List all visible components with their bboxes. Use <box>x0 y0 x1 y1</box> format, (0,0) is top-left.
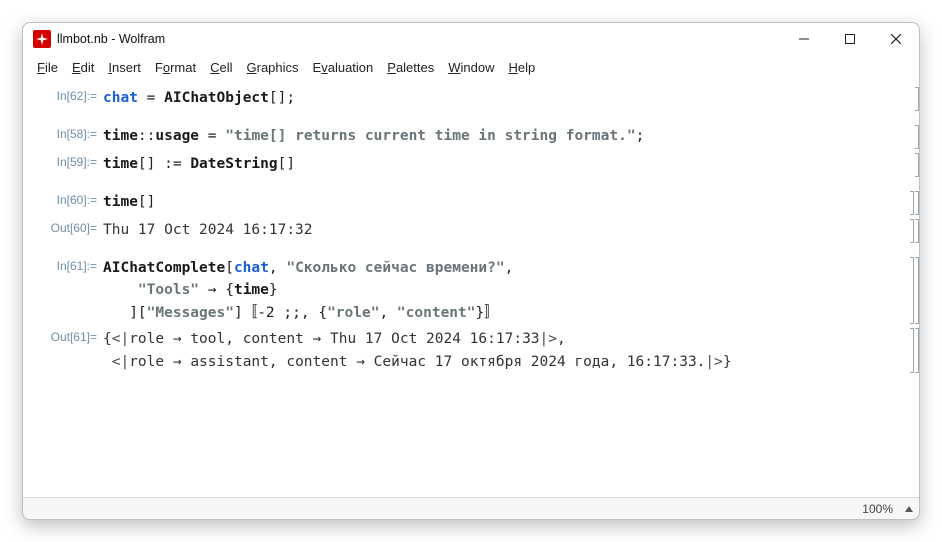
menu-graphics[interactable]: Graphics <box>241 58 305 77</box>
zoom-level[interactable]: 100% <box>862 502 893 516</box>
notebook-content[interactable]: In[62]:=chat = AIChatObject[];In[58]:=ti… <box>23 79 919 479</box>
cell-label: In[61]:= <box>33 257 103 273</box>
menu-window[interactable]: Window <box>442 58 500 77</box>
menubar: File Edit Insert Format Cell Graphics Ev… <box>23 55 919 79</box>
menu-evaluation[interactable]: Evaluation <box>307 58 380 77</box>
cell-code[interactable]: time[] := DateString[] <box>103 153 905 175</box>
cell-bracket[interactable] <box>907 191 919 215</box>
menu-cell[interactable]: Cell <box>204 58 238 77</box>
notebook-viewport: In[62]:=chat = AIChatObject[];In[58]:=ti… <box>23 79 919 497</box>
cell-bracket[interactable] <box>907 219 919 243</box>
maximize-icon <box>845 34 855 44</box>
menu-file[interactable]: File <box>31 58 64 77</box>
cell-label: In[58]:= <box>33 125 103 141</box>
cell-label: In[59]:= <box>33 153 103 169</box>
output-cell[interactable]: Out[61]={<|role → tool, content → Thu 17… <box>33 326 919 375</box>
cell-code[interactable]: chat = AIChatObject[]; <box>103 87 905 109</box>
close-icon <box>891 34 901 44</box>
window-title: llmbot.nb - Wolfram <box>57 32 165 46</box>
cell-label: In[60]:= <box>33 191 103 207</box>
output-cell[interactable]: Out[60]=Thu 17 Oct 2024 16:17:32 <box>33 217 919 245</box>
cell-bracket[interactable] <box>907 125 919 149</box>
input-cell[interactable]: In[61]:=AIChatComplete[chat, "Сколько се… <box>33 255 919 326</box>
wolfram-icon <box>33 30 51 48</box>
menu-palettes[interactable]: Palettes <box>381 58 440 77</box>
menu-format[interactable]: Format <box>149 58 202 77</box>
input-cell[interactable]: In[58]:=time::usage = "time[] returns cu… <box>33 123 919 151</box>
menu-edit[interactable]: Edit <box>66 58 100 77</box>
app-window: llmbot.nb - Wolfram File Edit Insert For… <box>22 22 920 520</box>
cell-bracket[interactable] <box>907 153 919 177</box>
menu-help[interactable]: Help <box>503 58 542 77</box>
cell-code[interactable]: time[] <box>103 191 905 213</box>
minimize-button[interactable] <box>781 23 827 55</box>
cell-code[interactable]: AIChatComplete[chat, "Сколько сейчас вре… <box>103 257 905 324</box>
cell-code[interactable]: {<|role → tool, content → Thu 17 Oct 202… <box>103 328 905 373</box>
horizontal-scrollbar[interactable] <box>23 479 919 497</box>
cell-bracket[interactable] <box>907 328 919 373</box>
cell-code[interactable]: Thu 17 Oct 2024 16:17:32 <box>103 219 905 241</box>
maximize-button[interactable] <box>827 23 873 55</box>
menu-insert[interactable]: Insert <box>102 58 147 77</box>
cell-label: In[62]:= <box>33 87 103 103</box>
cell-code[interactable]: time::usage = "time[] returns current ti… <box>103 125 905 147</box>
close-button[interactable] <box>873 23 919 55</box>
minimize-icon <box>799 34 809 44</box>
titlebar: llmbot.nb - Wolfram <box>23 23 919 55</box>
cell-bracket[interactable] <box>907 87 919 111</box>
input-cell[interactable]: In[60]:=time[] <box>33 189 919 217</box>
cell-label: Out[60]= <box>33 219 103 235</box>
cell-bracket[interactable] <box>907 257 919 324</box>
zoom-caret-icon[interactable] <box>905 506 913 512</box>
statusbar: 100% <box>23 497 919 519</box>
input-cell[interactable]: In[62]:=chat = AIChatObject[]; <box>33 85 919 113</box>
input-cell[interactable]: In[59]:=time[] := DateString[] <box>33 151 919 179</box>
cell-label: Out[61]= <box>33 328 103 344</box>
